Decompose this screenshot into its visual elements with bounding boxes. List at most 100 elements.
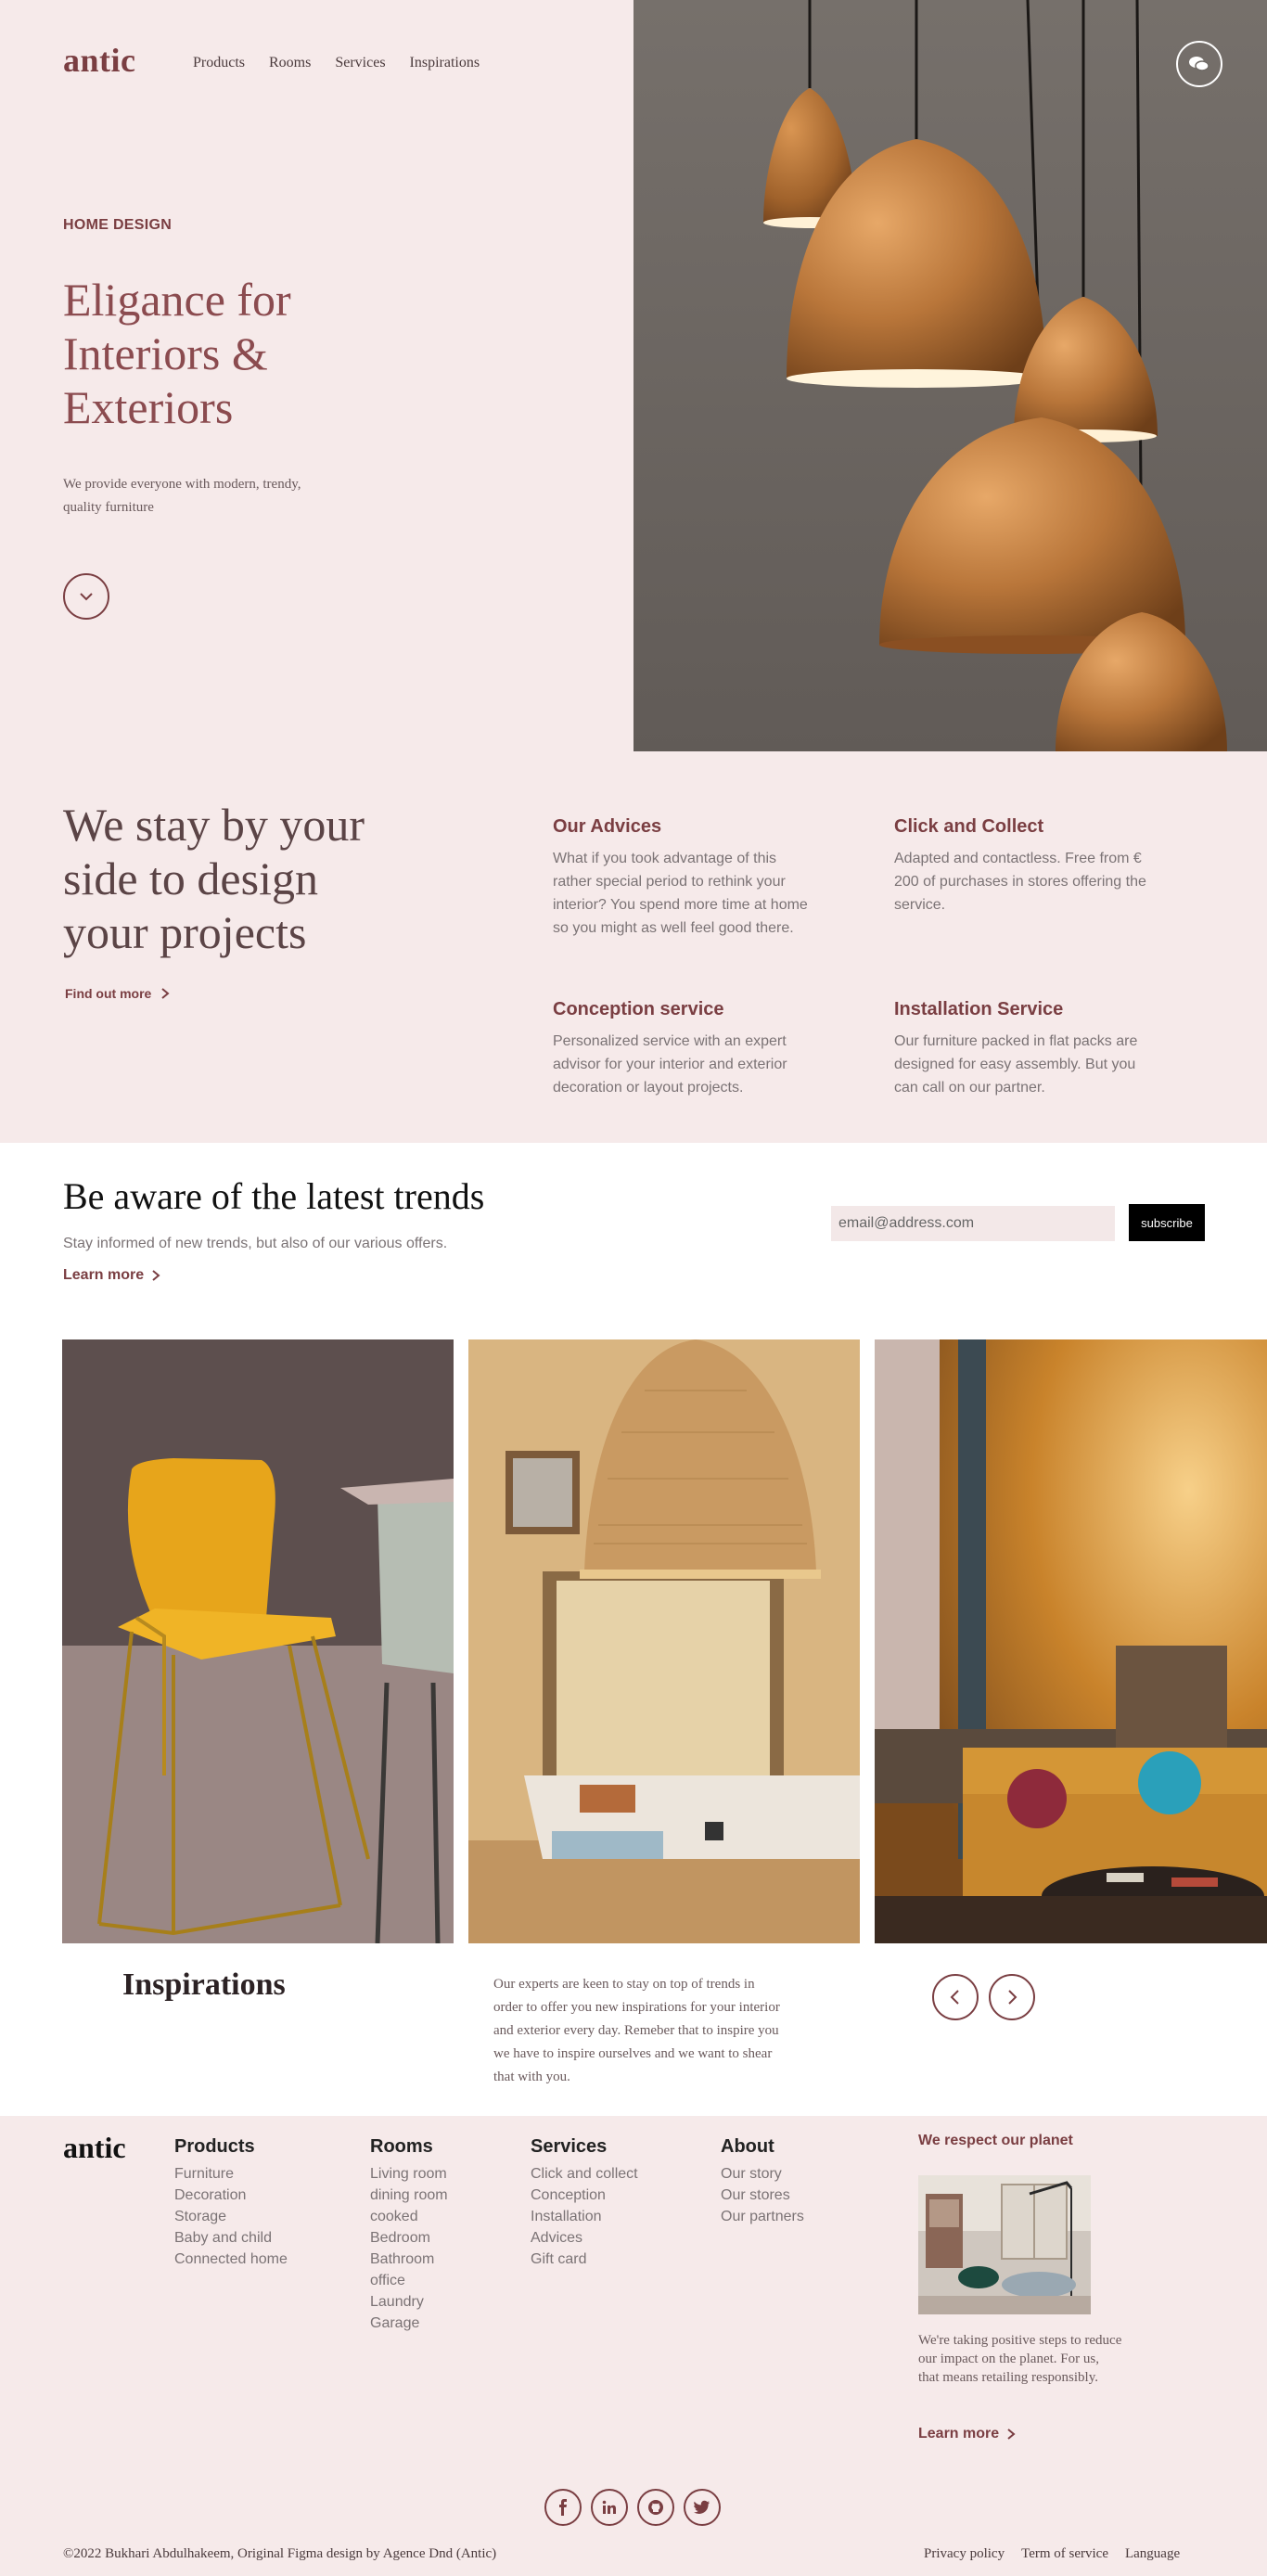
service-title: Installation Service [894, 999, 1064, 1019]
footer-logo[interactable]: antic [63, 2131, 126, 2165]
linkedin-button[interactable] [591, 2489, 628, 2526]
footer-link[interactable]: Our partners [721, 2206, 804, 2227]
inspirations-text: Our experts are keen to stay on top of t… [493, 1977, 780, 2084]
learn-more-label: Learn more [63, 1267, 145, 1283]
language-link[interactable]: Language [1125, 2546, 1180, 2562]
facebook-icon [559, 2499, 567, 2516]
planet-learn-more-link[interactable]: Learn more [918, 2426, 1016, 2442]
hero-left-panel: antic Products Rooms Services Inspiratio… [0, 0, 634, 751]
footer-link[interactable]: Laundry [370, 2291, 448, 2313]
find-out-more-label: Find out more [65, 986, 152, 1001]
footer-col-products: Products Furniture Decoration Storage Ba… [174, 2136, 288, 2270]
yellow-chair-image [62, 1339, 454, 1943]
nav-rooms[interactable]: Rooms [269, 55, 311, 71]
chevron-right-icon [1007, 2429, 1016, 2440]
chevron-down-icon [80, 593, 93, 601]
inspirations-section: Inspirations Our experts are keen to sta… [0, 1943, 1267, 2116]
hero-subtitle: We provide everyone with modern, trendy,… [63, 477, 301, 515]
kitchen-wicker-lamp-image [468, 1339, 860, 1943]
planet-image [918, 2175, 1091, 2314]
terms-of-service-link[interactable]: Term of service [1021, 2546, 1108, 2562]
footer-link[interactable]: Advices [531, 2227, 638, 2249]
nav-services[interactable]: Services [335, 55, 385, 71]
footer-link[interactable]: Connected home [174, 2249, 288, 2270]
service-conception: Conception service Personalized service … [553, 999, 813, 1099]
orange-sofa-living-room-image [875, 1339, 1267, 1943]
footer: antic Products Furniture Decoration Stor… [0, 2116, 1267, 2576]
inspirations-title: Inspirations [122, 1967, 286, 2002]
chat-button[interactable] [1176, 41, 1222, 87]
service-text: Adapted and contactless. Free from € 200… [894, 851, 1146, 913]
service-installation: Installation Service Our furniture packe… [894, 999, 1154, 1099]
footer-link[interactable]: Baby and child [174, 2227, 288, 2249]
footer-link[interactable]: Our stores [721, 2185, 804, 2206]
newsletter-title: Be aware of the latest trends [63, 1175, 485, 1217]
subscribe-button[interactable]: subscribe [1129, 1204, 1205, 1241]
gallery-image-living-room[interactable] [875, 1339, 1267, 1943]
footer-col-title: About [721, 2136, 774, 2157]
copper-pendant-lamps-image [634, 0, 1267, 751]
footer-link[interactable]: Garage [370, 2313, 448, 2334]
hero-eyebrow: HOME DESIGN [63, 217, 173, 233]
find-out-more-link[interactable]: Find out more [65, 986, 170, 1001]
email-input[interactable] [831, 1206, 1115, 1241]
footer-link[interactable]: Storage [174, 2206, 288, 2227]
footer-link[interactable]: Living room [370, 2163, 448, 2185]
carousel-prev-button[interactable] [932, 1974, 979, 2020]
footer-link[interactable]: Click and collect [531, 2163, 638, 2185]
gallery-image-kitchen[interactable] [468, 1339, 860, 1943]
footer-link[interactable]: Bedroom [370, 2227, 448, 2249]
chat-bubble-icon [1189, 57, 1209, 71]
chevron-right-icon [161, 988, 170, 999]
service-title: Click and Collect [894, 816, 1044, 837]
footer-link[interactable]: dining room [370, 2185, 448, 2206]
nav-inspirations[interactable]: Inspirations [410, 55, 480, 71]
service-our-advices: Our Advices What if you took advantage o… [553, 816, 813, 940]
legal-links: Privacy policy Term of service Language [924, 2546, 1180, 2562]
facebook-button[interactable] [544, 2489, 582, 2526]
footer-link[interactable]: Bathroom [370, 2249, 448, 2270]
footer-link[interactable]: cooked [370, 2206, 448, 2227]
services-title: We stay by your side to design your proj… [63, 799, 365, 958]
footer-link[interactable]: Conception [531, 2185, 638, 2206]
nav-products[interactable]: Products [193, 55, 245, 71]
hero-title: Eligance for Interiors & Exteriors [63, 274, 291, 433]
github-icon [648, 2500, 663, 2515]
gallery-image-chairs[interactable] [62, 1339, 454, 1943]
services-section: We stay by your side to design your proj… [0, 751, 1267, 1143]
scroll-down-button[interactable] [63, 573, 109, 620]
planet-title: We respect our planet [918, 2133, 1073, 2148]
service-text: What if you took advantage of this rathe… [553, 851, 808, 936]
footer-col-title: Services [531, 2136, 608, 2157]
hero-image-lamps [634, 0, 1267, 751]
footer-link[interactable]: Installation [531, 2206, 638, 2227]
footer-col-about: About Our story Our stores Our partners [721, 2136, 804, 2227]
planet-text: We're taking positive steps to reduce ou… [918, 2333, 1122, 2385]
github-button[interactable] [637, 2489, 674, 2526]
learn-more-label: Learn more [918, 2426, 1000, 2441]
footer-link[interactable]: Our story [721, 2163, 804, 2185]
newsletter-subtitle: Stay informed of new trends, but also of… [63, 1236, 448, 1251]
linkedin-icon [602, 2500, 616, 2514]
social-links [544, 2489, 721, 2526]
twitter-button[interactable] [684, 2489, 721, 2526]
hero-section: antic Products Rooms Services Inspiratio… [0, 0, 1267, 751]
footer-link[interactable]: office [370, 2270, 448, 2291]
newsletter-section: Be aware of the latest trends Stay infor… [0, 1143, 1267, 1339]
carousel-next-button[interactable] [989, 1974, 1035, 2020]
privacy-policy-link[interactable]: Privacy policy [924, 2546, 1005, 2562]
newsletter-learn-more-link[interactable]: Learn more [63, 1267, 160, 1284]
service-text: Our furniture packed in flat packs are d… [894, 1033, 1138, 1096]
footer-link[interactable]: Furniture [174, 2163, 288, 2185]
footer-col-rooms: Rooms Living room dining room cooked Bed… [370, 2136, 448, 2334]
footer-link[interactable]: Gift card [531, 2249, 638, 2270]
footer-link[interactable]: Decoration [174, 2185, 288, 2206]
service-title: Our Advices [553, 816, 662, 837]
twitter-icon [694, 2500, 710, 2514]
logo[interactable]: antic [63, 41, 136, 80]
chevron-right-icon [152, 1270, 160, 1281]
footer-col-services: Services Click and collect Conception In… [531, 2136, 638, 2270]
chevron-left-icon [950, 1990, 959, 2005]
interior-room-image [918, 2175, 1091, 2314]
inspiration-gallery [0, 1339, 1267, 1943]
